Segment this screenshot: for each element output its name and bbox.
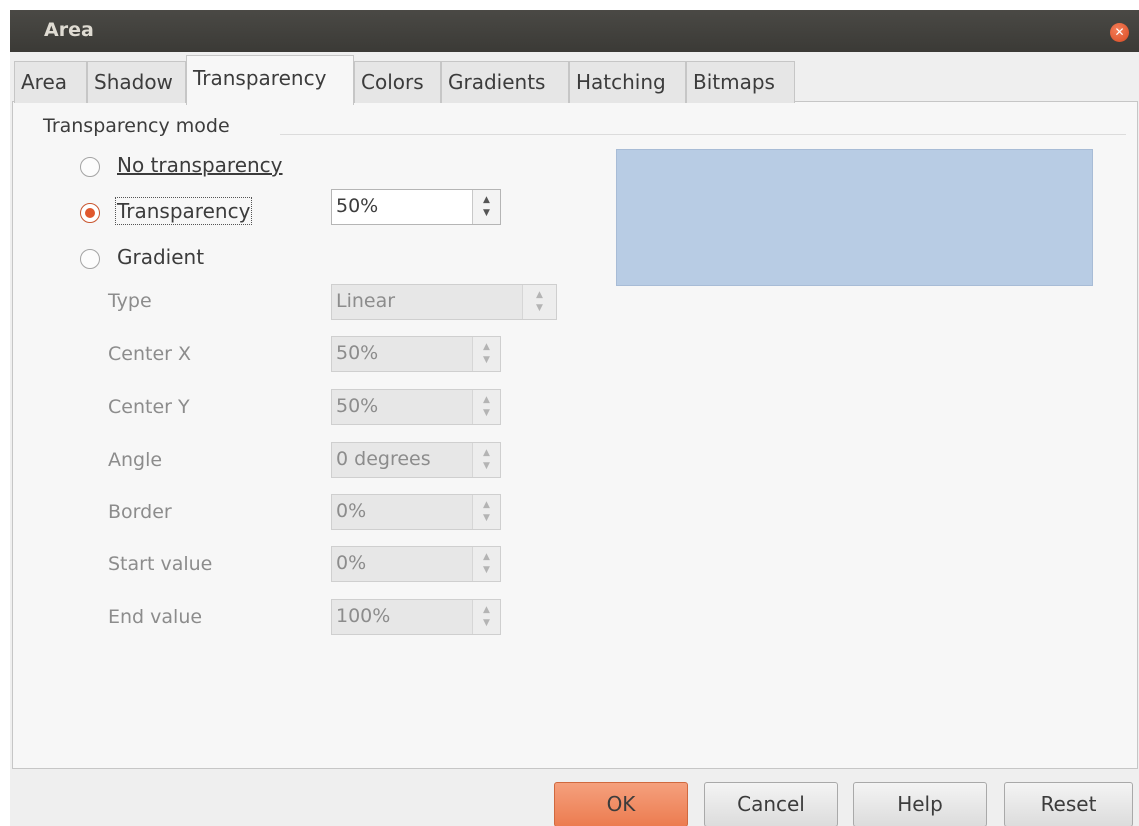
close-icon[interactable]: ✕ — [1110, 23, 1129, 42]
dialog-title: Area — [44, 19, 94, 41]
border-value: 0% — [336, 500, 367, 522]
gradient-type-value: Linear — [336, 290, 396, 312]
area-dialog: Area ✕ Area Shadow Transparency Colors G… — [10, 10, 1139, 826]
end-value-value: 100% — [336, 605, 391, 627]
end-value-spinbox[interactable]: 100% ▲ ▼ — [331, 599, 501, 635]
help-button[interactable]: Help — [853, 782, 987, 826]
tab-shadow[interactable]: Shadow — [87, 61, 186, 103]
tab-transparency[interactable]: Transparency — [186, 55, 354, 105]
tab-area[interactable]: Area — [14, 61, 87, 103]
end-value-label: End value — [108, 606, 203, 628]
radio-button[interactable] — [80, 157, 100, 177]
spin-arrows-icon[interactable]: ▲ ▼ — [472, 547, 500, 581]
center-x-value: 50% — [336, 342, 379, 364]
cancel-button[interactable]: Cancel — [704, 782, 838, 826]
radio-button[interactable] — [80, 249, 100, 269]
tab-gradients[interactable]: Gradients — [441, 61, 569, 103]
type-label: Type — [108, 290, 152, 312]
border-label: Border — [108, 501, 172, 523]
spin-arrows-icon[interactable]: ▲ ▼ — [472, 495, 500, 529]
center-y-value: 50% — [336, 395, 379, 417]
tab-bitmaps[interactable]: Bitmaps — [686, 61, 795, 103]
radio-label: Gradient — [117, 245, 205, 269]
group-divider — [280, 134, 1126, 135]
transparency-preview — [616, 149, 1093, 286]
spin-arrows-icon[interactable]: ▲ ▼ — [472, 337, 500, 371]
transparency-mode-label: Transparency mode — [43, 115, 230, 137]
transparency-spinbox[interactable]: 50% ▲ ▼ — [331, 189, 501, 225]
center-y-spinbox[interactable]: 50% ▲ ▼ — [331, 389, 501, 425]
angle-value: 0 degrees — [336, 448, 431, 470]
start-value-value: 0% — [336, 552, 367, 574]
spin-arrows-icon[interactable]: ▲ ▼ — [472, 600, 500, 634]
spin-arrows-icon[interactable]: ▲ ▼ — [472, 190, 500, 224]
center-x-label: Center X — [108, 343, 192, 365]
gradient-type-dropdown[interactable]: Linear ▲ ▼ — [331, 284, 557, 320]
title-bar[interactable]: Area ✕ — [10, 10, 1139, 52]
radio-label: Transparency — [114, 197, 253, 225]
radio-label: No transparency — [117, 153, 283, 177]
ok-button[interactable]: OK — [554, 782, 688, 826]
start-value-spinbox[interactable]: 0% ▲ ▼ — [331, 546, 501, 582]
angle-label: Angle — [108, 449, 163, 471]
tab-colors[interactable]: Colors — [354, 61, 441, 103]
start-value-label: Start value — [108, 553, 213, 575]
tab-hatching[interactable]: Hatching — [569, 61, 686, 103]
center-x-spinbox[interactable]: 50% ▲ ▼ — [331, 336, 501, 372]
angle-spinbox[interactable]: 0 degrees ▲ ▼ — [331, 442, 501, 478]
border-spinbox[interactable]: 0% ▲ ▼ — [331, 494, 501, 530]
spin-arrows-icon[interactable]: ▲ ▼ — [472, 443, 500, 477]
center-y-label: Center Y — [108, 396, 190, 418]
spin-arrows-icon[interactable]: ▲ ▼ — [472, 390, 500, 424]
transparency-value[interactable]: 50% — [336, 195, 378, 217]
radio-button[interactable] — [80, 203, 100, 223]
reset-button[interactable]: Reset — [1004, 782, 1133, 826]
dropdown-arrows-icon[interactable]: ▲ ▼ — [522, 285, 556, 319]
